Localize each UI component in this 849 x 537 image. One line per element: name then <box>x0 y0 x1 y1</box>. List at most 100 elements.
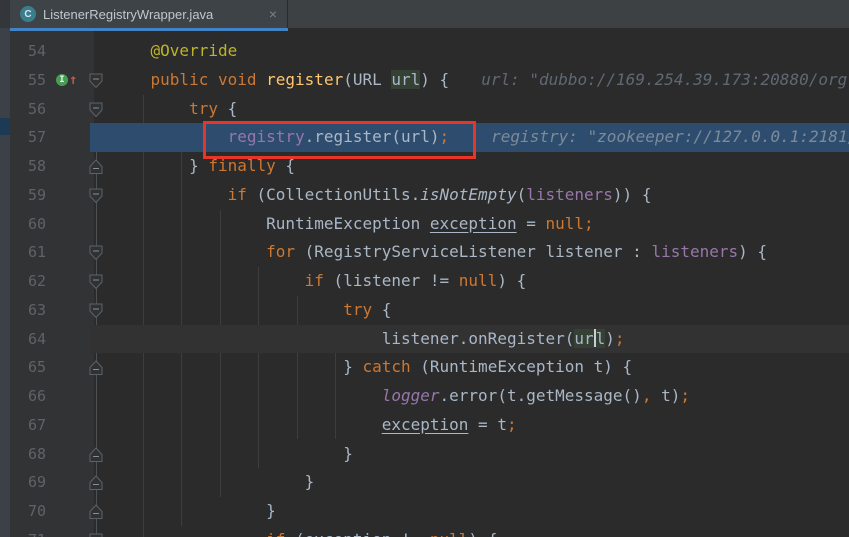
line-number[interactable]: 65 <box>10 353 50 382</box>
code-token: catch <box>362 357 410 376</box>
code-line-55[interactable]: 55 I↑ public void register(URL url) {url:… <box>10 66 849 95</box>
fold-marker-down-icon[interactable] <box>90 526 104 537</box>
code-line-61[interactable]: 61 for (RegistryServiceListener listener… <box>10 238 849 267</box>
code-text[interactable]: listener.onRegister(url); <box>104 325 849 354</box>
gutter-icon-area <box>50 325 90 354</box>
line-number[interactable]: 56 <box>10 95 50 124</box>
fold-marker-up-icon[interactable] <box>90 497 104 526</box>
line-number[interactable]: 61 <box>10 238 50 267</box>
code-text[interactable]: } finally { <box>104 152 849 181</box>
fold-marker-down-icon[interactable] <box>90 66 104 95</box>
fold-marker-down-icon[interactable] <box>90 95 104 124</box>
line-number[interactable]: 62 <box>10 267 50 296</box>
code-line-58[interactable]: 58 } finally { <box>10 152 849 181</box>
code-text[interactable]: } catch (RuntimeException t) { <box>104 353 849 382</box>
inline-debugger-value: url: "dubbo://169.254.39.173:20880/org <box>481 70 847 89</box>
code-line-64[interactable]: 64 listener.onRegister(url); <box>10 325 849 354</box>
code-token: isNotEmpty <box>420 185 516 204</box>
gutter-icon-area <box>50 210 90 239</box>
code-text[interactable]: exception = t; <box>104 411 849 440</box>
line-number[interactable]: 54 <box>10 37 50 66</box>
code-text[interactable]: if (CollectionUtils.isNotEmpty(listeners… <box>104 181 849 210</box>
code-text[interactable]: for (RegistryServiceListener listener : … <box>104 238 849 267</box>
code-text[interactable]: if (exception != null) { <box>104 526 849 537</box>
code-token: exception <box>305 530 392 537</box>
gutter-icon-area <box>50 95 90 124</box>
code-token: exception <box>382 415 469 434</box>
code-line-59[interactable]: 59 if (CollectionUtils.isNotEmpty(listen… <box>10 181 849 210</box>
code-token: ; <box>615 329 625 348</box>
adjacent-panel-strip-top <box>0 0 10 28</box>
code-text[interactable]: } <box>104 468 849 497</box>
code-text[interactable]: try { <box>104 95 849 124</box>
fold-marker-up-icon[interactable] <box>90 468 104 497</box>
code-token: { <box>276 156 295 175</box>
fold-marker-down-icon[interactable] <box>90 238 104 267</box>
line-number[interactable]: 64 <box>10 325 50 354</box>
gutter-icon-area <box>50 353 90 382</box>
code-token: void <box>218 70 257 89</box>
code-text[interactable]: public void register(URL url) {url: "dub… <box>104 66 849 95</box>
code-token: ; <box>680 386 690 405</box>
line-number[interactable]: 57 <box>10 123 50 152</box>
code-line-67[interactable]: 67 exception = t; <box>10 411 849 440</box>
code-token <box>257 70 267 89</box>
line-number[interactable]: 70 <box>10 497 50 526</box>
code-editor[interactable]: 54 @Override 55 I↑ public void register(URL… <box>10 31 849 537</box>
line-number[interactable]: 59 <box>10 181 50 210</box>
highlighted-identifier: ur <box>574 329 593 348</box>
code-token: (listener != <box>324 271 459 290</box>
overrides-method-icon[interactable]: ↑ <box>69 73 77 87</box>
code-text[interactable]: if (listener != null) { <box>104 267 849 296</box>
code-line-56[interactable]: 56 try { <box>10 95 849 124</box>
code-text[interactable]: RuntimeException exception = null; <box>104 210 849 239</box>
line-number[interactable]: 58 <box>10 152 50 181</box>
fold-marker-up-icon[interactable] <box>90 353 104 382</box>
inline-debugger-value: registry: "zookeeper://127.0.0.1:2181/ <box>491 127 849 146</box>
line-number[interactable]: 68 <box>10 440 50 469</box>
code-text[interactable]: logger.error(t.getMessage(), t); <box>104 382 849 411</box>
code-text[interactable]: registry.register(url);registry: "zookee… <box>104 123 849 152</box>
line-number[interactable]: 69 <box>10 468 50 497</box>
code-line-57[interactable]: 57 registry.register(url);registry: "zook… <box>10 123 849 152</box>
line-number[interactable]: 71 <box>10 526 50 537</box>
fold-marker-down-icon[interactable] <box>90 296 104 325</box>
line-number[interactable]: 60 <box>10 210 50 239</box>
implements-method-icon[interactable]: I <box>56 74 68 86</box>
code-token: if <box>305 271 324 290</box>
code-token: (RuntimeException t) { <box>411 357 633 376</box>
line-number[interactable]: 66 <box>10 382 50 411</box>
code-token: } <box>189 156 208 175</box>
code-line-71[interactable]: 71 if (exception != null) { <box>10 526 849 537</box>
line-number[interactable]: 55 <box>10 66 50 95</box>
code-line-63[interactable]: 63 try { <box>10 296 849 325</box>
code-token: } <box>305 472 315 491</box>
code-token: try <box>343 300 372 319</box>
code-line-54[interactable]: 54 @Override <box>10 37 849 66</box>
line-number[interactable]: 63 <box>10 296 50 325</box>
code-line-65[interactable]: 65 } catch (RuntimeException t) { <box>10 353 849 382</box>
fold-marker-up-icon[interactable] <box>90 152 104 181</box>
code-token: finally <box>208 156 275 175</box>
fold-marker-down-icon[interactable] <box>90 181 104 210</box>
code-token: listeners <box>526 185 613 204</box>
code-line-60[interactable]: 60 RuntimeException exception = null; <box>10 210 849 239</box>
code-line-69[interactable]: 69 } <box>10 468 849 497</box>
close-icon[interactable]: × <box>269 7 277 21</box>
line-number[interactable]: 67 <box>10 411 50 440</box>
code-line-68[interactable]: 68 } <box>10 440 849 469</box>
tab-title: ListenerRegistryWrapper.java <box>43 7 261 22</box>
code-text[interactable]: } <box>104 440 849 469</box>
code-line-70[interactable]: 70 } <box>10 497 849 526</box>
code-text[interactable]: try { <box>104 296 849 325</box>
fold-marker-down-icon[interactable] <box>90 267 104 296</box>
gutter-icon-area <box>50 468 90 497</box>
code-text[interactable]: } <box>104 497 849 526</box>
code-line-66[interactable]: 66 logger.error(t.getMessage(), t); <box>10 382 849 411</box>
code-token: { <box>218 99 237 118</box>
code-text[interactable]: @Override <box>104 37 849 66</box>
code-token: = t <box>468 415 507 434</box>
fold-marker-up-icon[interactable] <box>90 440 104 469</box>
code-line-62[interactable]: 62 if (listener != null) { <box>10 267 849 296</box>
tab-listener-registry-wrapper[interactable]: C ListenerRegistryWrapper.java × <box>10 0 288 28</box>
